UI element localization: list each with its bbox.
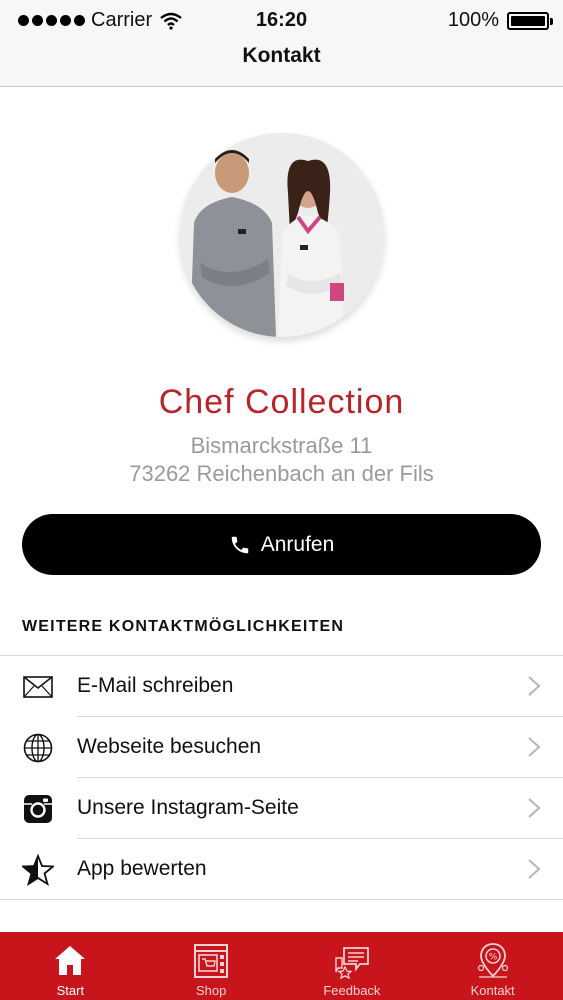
tab-bar: Start Shop Feedback % Kontakt [0,932,563,1000]
star-icon [22,854,54,886]
globe-icon [22,732,54,764]
address-street: Bismarckstraße 11 [190,433,373,458]
address-city: 73262 Reichenbach an der Fils [129,461,434,486]
list-item-email[interactable]: E-Mail schreiben [0,656,563,717]
status-right: 100% [447,9,553,32]
location-pin-icon: % [477,943,508,978]
status-bar: Carrier 16:20 100% [0,0,563,40]
list-item-instagram[interactable]: Unsere Instagram-Seite [0,778,563,839]
phone-icon [231,536,248,553]
section-title: WEITERE KONTAKTMÖGLICHKEITEN [22,618,345,635]
shop-icon [194,944,229,978]
tab-kontakt[interactable]: % Kontakt [422,932,563,1000]
list-item-label: App bewerten [77,857,207,880]
call-button[interactable]: Anrufen [22,514,541,575]
list-item-label: E-Mail schreiben [77,674,234,697]
contact-options-list: E-Mail schreiben Webseite besuchen Unser… [0,655,563,900]
tab-start[interactable]: Start [0,932,141,1000]
chevron-right-icon [528,798,541,818]
envelope-icon [22,671,54,703]
instagram-icon [22,793,54,825]
page-title: Kontakt [242,44,321,67]
home-icon [55,946,86,975]
feedback-icon [335,947,369,980]
chefs-photo [180,133,384,337]
chevron-right-icon [528,676,541,696]
battery-percentage: 100% [447,9,499,31]
tab-label: Start [56,983,85,998]
chevron-right-icon [528,859,541,879]
navigation-bar: Kontakt [0,40,563,87]
chevron-right-icon [528,737,541,757]
list-item-website[interactable]: Webseite besuchen [0,717,563,778]
list-item-label: Webseite besuchen [77,735,262,758]
tab-label: Feedback [323,983,381,998]
tab-label: Kontakt [470,983,515,998]
profile-image [180,133,384,337]
tab-label: Shop [195,983,227,998]
battery-icon [507,11,553,30]
tab-shop[interactable]: Shop [141,932,282,1000]
list-item-rate-app[interactable]: App bewerten [0,839,563,900]
tab-feedback[interactable]: Feedback [282,932,423,1000]
business-name: Chef Collection [158,383,405,421]
svg-text:%: % [488,953,497,963]
call-button-label: Anrufen [260,532,335,556]
divider [0,899,563,900]
list-item-label: Unsere Instagram-Seite [77,796,299,819]
